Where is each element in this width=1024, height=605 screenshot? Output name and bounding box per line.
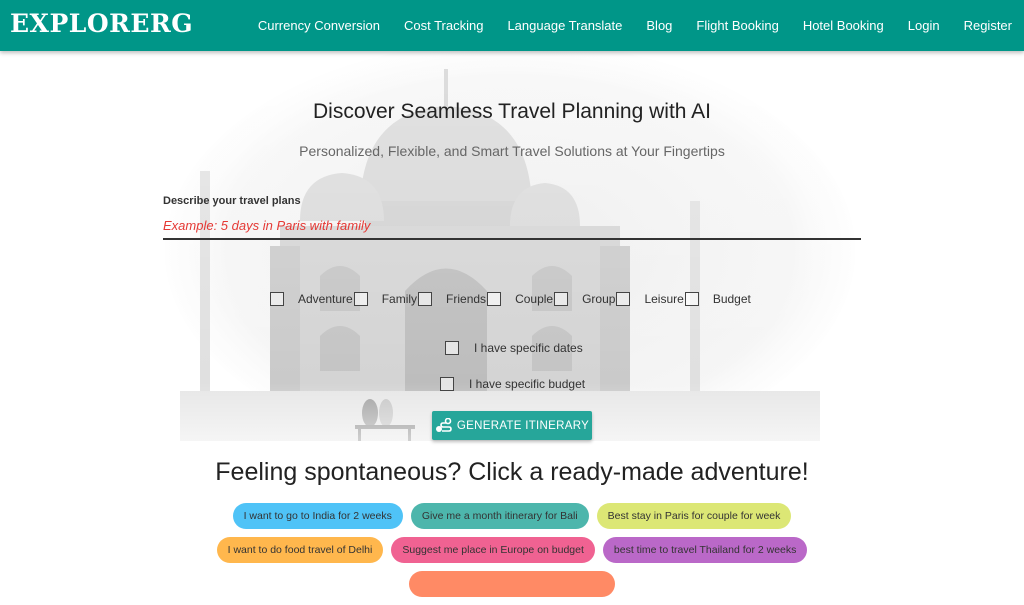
brand-logo[interactable]: EXPLORERG [10,9,193,38]
checkbox-specific-dates[interactable] [445,341,459,355]
category-budget[interactable]: Budget [684,292,751,306]
checkbox-leisure[interactable] [616,292,631,306]
ready-made-adventures: I want to go to India for 2 weeks Give m… [0,503,1024,605]
spontaneous-heading: Feeling spontaneous? Click a ready-made … [215,458,809,486]
category-checkboxes: Adventure Family Friends Couple Group Le… [270,292,751,306]
chip-row: I want to do food travel of Delhi Sugges… [0,537,1024,563]
route-icon [435,417,452,432]
category-adventure[interactable]: Adventure [270,292,353,306]
checkbox-label: Family [381,292,418,306]
checkbox-label: Group [582,292,616,306]
adventure-chip[interactable]: Give me a month itinerary for Bali [410,503,589,529]
specific-budget-option[interactable]: I have specific budget [440,377,585,391]
chip-row: I want to go to India for 2 weeks Give m… [0,503,1024,529]
adventure-chip[interactable]: best time to travel Thailand for 2 weeks [602,537,808,563]
nav-link-currency-conversion[interactable]: Currency Conversion [246,18,392,33]
checkbox-label: Couple [515,292,554,306]
nav-link-login[interactable]: Login [896,18,952,33]
category-leisure[interactable]: Leisure [615,292,684,306]
page-title: Discover Seamless Travel Planning with A… [312,100,711,123]
adventure-chip[interactable]: Suggest me place in Europe on budget [391,537,595,563]
checkbox-label: Budget [712,292,751,306]
nav-link-hotel-booking[interactable]: Hotel Booking [791,18,896,33]
specific-dates-label: I have specific dates [474,341,583,355]
nav-link-register[interactable]: Register [952,18,1024,33]
nav-links: Currency Conversion Cost Tracking Langua… [246,0,1024,51]
checkbox-budget[interactable] [684,292,699,306]
travel-plans-input[interactable] [163,213,861,240]
top-navbar: EXPLORERG Currency Conversion Cost Track… [0,0,1024,51]
checkbox-label: Friends [446,292,487,306]
nav-link-flight-booking[interactable]: Flight Booking [684,18,790,33]
page-subtitle: Personalized, Flexible, and Smart Travel… [299,143,725,159]
category-group[interactable]: Group [553,292,615,306]
checkbox-specific-budget[interactable] [440,377,454,391]
checkbox-adventure[interactable] [270,292,284,306]
checkbox-label: Adventure [298,292,353,306]
generate-itinerary-button[interactable]: GENERATE ITINERARY [432,411,592,440]
checkbox-friends[interactable] [418,292,433,306]
adventure-chip[interactable]: Best stay in Paris for couple for week [596,503,792,529]
nav-link-language-translate[interactable]: Language Translate [495,18,634,33]
travel-plans-label: Describe your travel plans [163,195,301,207]
specific-dates-option[interactable]: I have specific dates [445,341,583,355]
category-friends[interactable]: Friends [417,292,486,306]
checkbox-group[interactable] [554,292,569,306]
category-family[interactable]: Family [353,292,417,306]
nav-link-cost-tracking[interactable]: Cost Tracking [392,18,495,33]
specific-budget-label: I have specific budget [469,377,586,391]
checkbox-family[interactable] [353,292,368,306]
checkbox-label: Leisure [644,292,684,306]
adventure-chip[interactable]: I want to do food travel of Delhi [216,537,384,563]
checkbox-couple[interactable] [487,292,502,306]
nav-link-blog[interactable]: Blog [634,18,684,33]
adventure-chip[interactable] [409,571,615,597]
generate-itinerary-label: GENERATE ITINERARY [456,419,590,432]
chip-row [0,571,1024,597]
adventure-chip[interactable]: I want to go to India for 2 weeks [232,503,403,529]
category-couple[interactable]: Couple [486,292,553,306]
